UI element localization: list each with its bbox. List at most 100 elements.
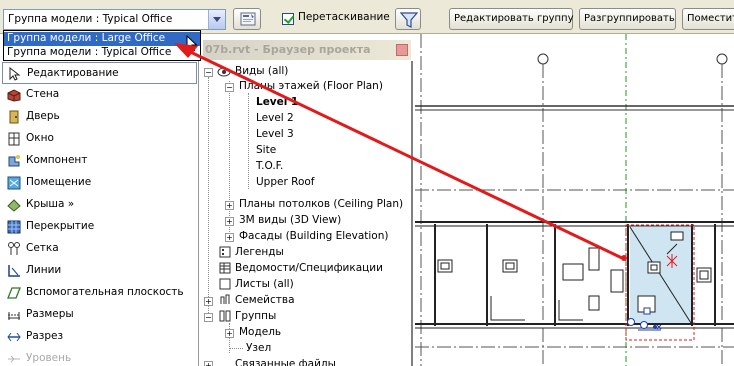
tree-sheets[interactable]: Листы (all)	[235, 278, 294, 290]
tool-label: Разрез	[26, 330, 64, 342]
tool-label: Компонент	[26, 154, 88, 166]
expand-icon[interactable]: +	[225, 201, 234, 210]
dropdown-option-typical-office[interactable]: Группа модели : Typical Office	[4, 46, 200, 60]
legend-icon	[219, 246, 231, 258]
tool-lines[interactable]: Линии	[2, 260, 197, 282]
tool-label: Сетка	[26, 242, 59, 254]
grid-bubble-icon	[716, 53, 728, 65]
tree-groups[interactable]: Группы	[235, 310, 276, 322]
tool-label: Дверь	[26, 110, 60, 122]
tool-window[interactable]: Окно	[2, 128, 197, 150]
tree-level-2[interactable]: Level 2	[256, 112, 294, 124]
drag-label: Перетаскивание	[298, 11, 390, 23]
room-icon	[7, 176, 21, 190]
level-icon	[8, 355, 20, 363]
lines-icon	[8, 265, 20, 277]
floor-plan-drawing	[415, 34, 734, 366]
window-icon	[8, 132, 20, 146]
tree-line	[229, 81, 230, 236]
group-type-combo[interactable]: Группа модели : Typical Office	[3, 9, 226, 30]
tree-line	[208, 77, 209, 317]
design-bar: Редактирование Стена Дверь Окно Компонен…	[0, 61, 199, 366]
tree-3d-views[interactable]: 3М виды (3D View)	[239, 214, 341, 226]
tool-component[interactable]: Компонент	[2, 150, 197, 172]
chevron-down-icon[interactable]	[208, 10, 225, 29]
tool-label: Окно	[26, 132, 54, 144]
families-icon	[220, 294, 230, 304]
expand-icon[interactable]: +	[204, 297, 213, 306]
tool-label: Размеры	[26, 308, 74, 320]
grid-bubble-icon	[537, 53, 549, 65]
tree-level-1[interactable]: Level 1	[256, 96, 298, 108]
tree-tof[interactable]: T.O.F.	[256, 160, 283, 172]
tree-schedules[interactable]: Ведомости/Спецификации	[235, 262, 383, 274]
collapse-icon[interactable]: −	[204, 68, 213, 77]
sheet-icon	[219, 278, 231, 290]
drag-checkbox[interactable]	[282, 13, 294, 25]
tool-grid[interactable]: Сетка	[2, 238, 197, 260]
filter-icon	[400, 12, 418, 28]
wall-icon	[7, 89, 21, 102]
filter-button[interactable]	[395, 8, 421, 30]
tool-label: Уровень	[26, 352, 72, 364]
door-icon	[9, 110, 19, 124]
edit-group-button[interactable]: Редактировать группу	[449, 8, 574, 30]
tool-level[interactable]: Уровень	[2, 348, 197, 366]
dropdown-option-large-office[interactable]: Группа модели : Large Office	[4, 32, 200, 46]
expand-icon[interactable]: +	[225, 329, 234, 338]
tree-detail[interactable]: Узел	[246, 342, 271, 354]
tree-site[interactable]: Site	[256, 144, 276, 156]
tool-section[interactable]: Разрез	[2, 326, 197, 348]
tree-families[interactable]: Семейства	[235, 294, 295, 306]
ungroup-button[interactable]: Разгруппировать	[579, 8, 676, 30]
roof-icon	[7, 199, 21, 212]
tree-links[interactable]: Связанные файлы	[235, 358, 336, 366]
expand-icon[interactable]: +	[225, 217, 234, 226]
type-properties-button[interactable]	[233, 8, 261, 30]
tool-label: Линии	[26, 264, 62, 276]
pointer-icon	[9, 67, 21, 81]
tree-ceiling-plans[interactable]: Планы потолков (Ceiling Plan)	[239, 198, 403, 210]
dimension-icon	[8, 312, 20, 320]
place-button[interactable]: Поместить	[682, 8, 734, 30]
groups-icon	[219, 310, 231, 322]
expand-icon[interactable]: +	[204, 361, 213, 366]
options-bar: Группа модели : Typical Office Перетаски…	[0, 0, 734, 34]
tool-label: Вспомогательная плоскость	[26, 286, 184, 298]
grid-icon	[8, 242, 20, 255]
tree-line	[248, 93, 249, 189]
group-type-dropdown: Группа модели : Large Office Группа моде…	[3, 30, 201, 61]
project-browser: − Виды (all) − Планы этажей (Floor Plan)…	[203, 61, 413, 366]
tree-legends[interactable]: Легенды	[235, 246, 284, 258]
tree-views[interactable]: Виды (all)	[235, 65, 288, 77]
tree-floor-plans[interactable]: Планы этажей (Floor Plan)	[239, 80, 383, 92]
section-icon	[7, 332, 21, 342]
expand-icon[interactable]: +	[225, 233, 234, 242]
tool-door[interactable]: Дверь	[2, 106, 197, 128]
tool-wall[interactable]: Стена	[2, 84, 197, 106]
tool-roof[interactable]: Крыша »	[2, 194, 197, 216]
tool-label: Помещение	[26, 176, 92, 188]
tool-floor[interactable]: Перекрытие	[2, 216, 197, 238]
project-browser-title: 07b.rvt - Браузер проекта	[203, 40, 411, 60]
tree-upper-roof[interactable]: Upper Roof	[256, 176, 315, 188]
tool-reference-plane[interactable]: Вспомогательная плоскость	[2, 282, 197, 304]
tool-label: Редактирование	[27, 67, 119, 79]
properties-icon	[240, 12, 256, 26]
tool-dimension[interactable]: Размеры	[2, 304, 197, 326]
collapse-icon[interactable]: −	[225, 83, 234, 92]
tree-level-3[interactable]: Level 3	[256, 128, 294, 140]
schedule-icon	[219, 262, 231, 274]
tool-label: Стена	[26, 88, 60, 100]
tool-room[interactable]: Помещение	[2, 172, 197, 194]
tool-label: Перекрытие	[26, 220, 95, 232]
drawing-area[interactable]	[415, 34, 734, 366]
tool-modify[interactable]: Редактирование	[2, 62, 197, 84]
views-icon	[217, 67, 231, 77]
collapse-icon[interactable]: −	[204, 313, 213, 322]
component-icon	[8, 155, 20, 167]
tree-elevations[interactable]: Фасады (Building Elevation)	[239, 230, 388, 242]
close-icon[interactable]	[396, 44, 408, 56]
mouse-cursor-icon	[186, 35, 198, 53]
tree-model[interactable]: Модель	[239, 326, 281, 338]
